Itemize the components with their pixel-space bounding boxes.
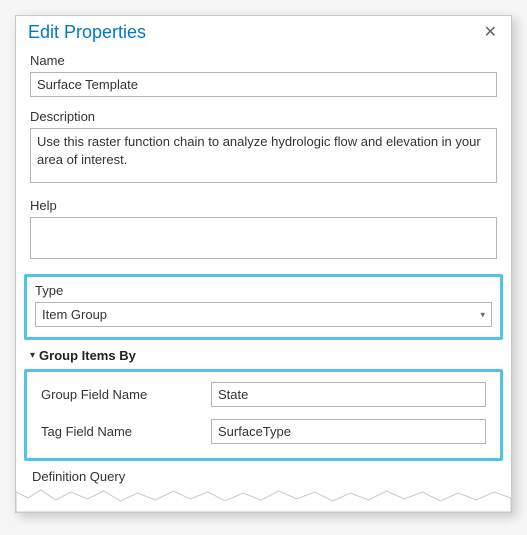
group-items-by-header[interactable]: ▾ Group Items By	[30, 348, 497, 363]
tag-field-name-input[interactable]	[211, 419, 486, 444]
help-field-block: Help	[30, 198, 497, 262]
group-items-by-title: Group Items By	[39, 348, 136, 363]
group-field-row: Group Field Name	[41, 382, 486, 407]
name-input[interactable]	[30, 72, 497, 97]
type-select[interactable]: Item Group ▾	[35, 302, 492, 327]
type-select-value: Item Group	[35, 302, 492, 327]
help-label: Help	[30, 198, 497, 213]
group-field-name-input[interactable]	[211, 382, 486, 407]
name-field-block: Name	[30, 53, 497, 97]
close-button[interactable]: ✕	[480, 23, 501, 43]
definition-query-label: Definition Query	[32, 469, 497, 484]
type-highlight-box: Type Item Group ▾	[24, 274, 503, 340]
tag-field-name-label: Tag Field Name	[41, 424, 211, 439]
collapse-icon: ▾	[30, 350, 35, 361]
group-field-name-label: Group Field Name	[41, 387, 211, 402]
torn-edge-decoration	[16, 486, 511, 512]
group-fields-highlight-box: Group Field Name Tag Field Name	[24, 369, 503, 461]
description-label: Description	[30, 109, 497, 124]
edit-properties-dialog: Edit Properties ✕ Name Description Help …	[15, 15, 512, 513]
dialog-body: Name Description Help Type Item Group ▾ …	[16, 47, 511, 484]
name-label: Name	[30, 53, 497, 68]
help-input[interactable]	[30, 217, 497, 259]
type-label: Type	[35, 283, 492, 298]
description-field-block: Description	[30, 109, 497, 186]
dialog-title: Edit Properties	[28, 22, 146, 43]
dialog-header: Edit Properties ✕	[16, 16, 511, 47]
tag-field-row: Tag Field Name	[41, 419, 486, 444]
description-input[interactable]	[30, 128, 497, 183]
